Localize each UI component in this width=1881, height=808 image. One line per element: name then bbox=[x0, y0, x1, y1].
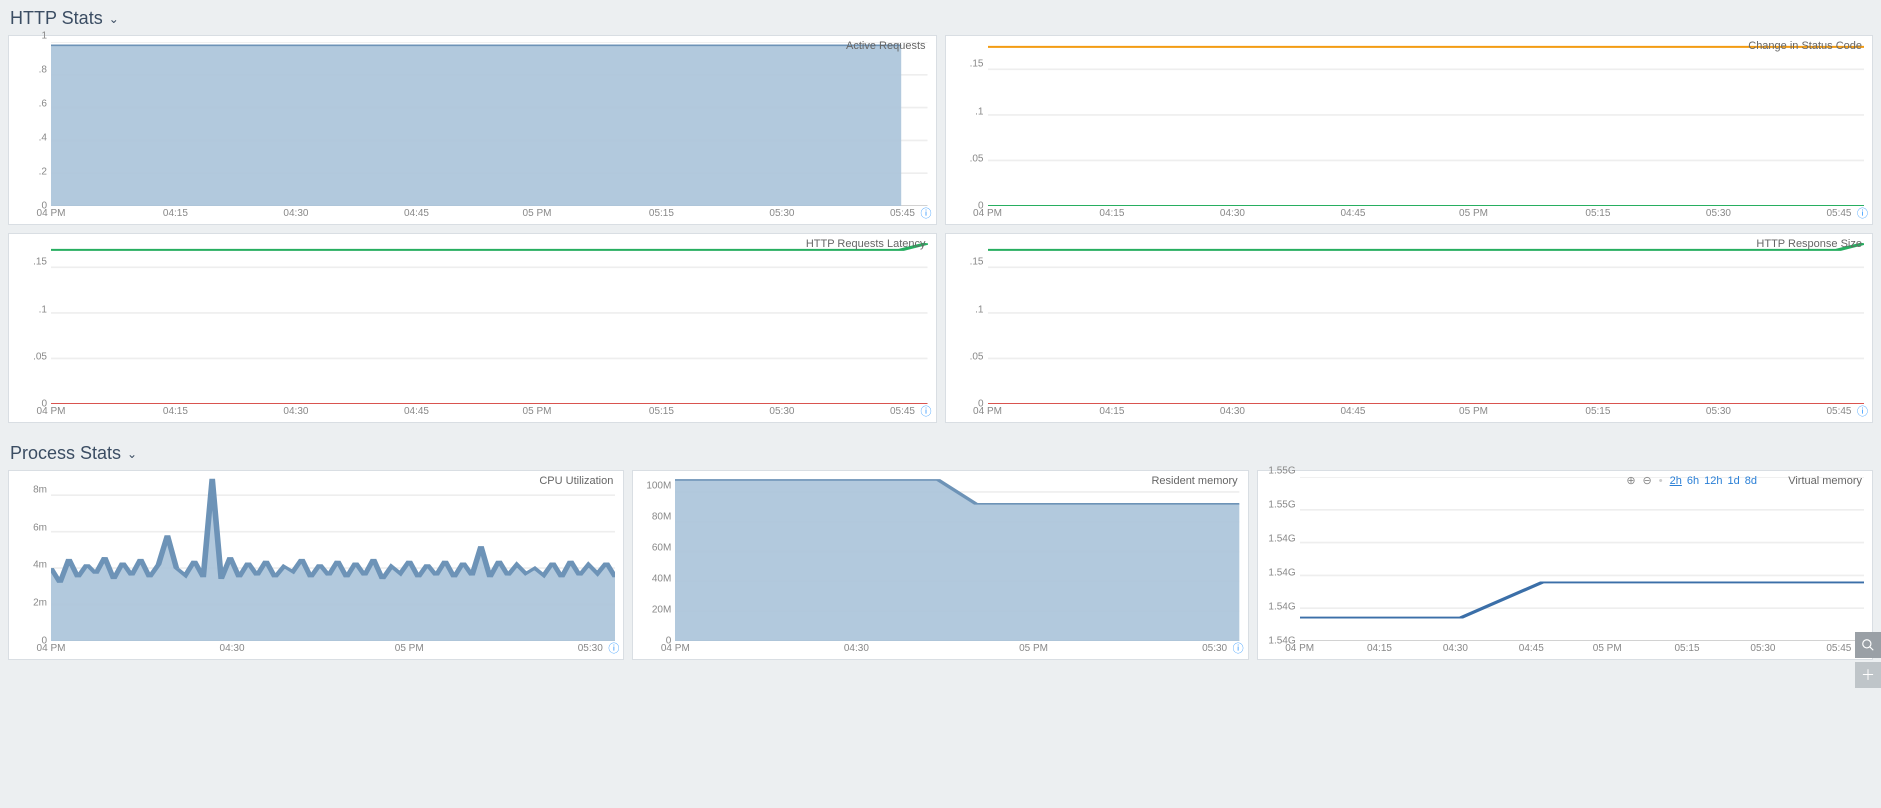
panel-title: HTTP Response Size bbox=[1756, 238, 1862, 250]
chart-resident[interactable]: 020M40M60M80M100M 04 PM04:3005 PM05:30 bbox=[633, 471, 1247, 659]
zoom-out-icon[interactable]: ⊖ bbox=[1643, 474, 1652, 487]
range-2h[interactable]: 2h bbox=[1670, 475, 1682, 487]
chart-virtual[interactable]: 1.54G1.54G1.54G1.54G1.55G1.55G 04 PM04:1… bbox=[1258, 471, 1872, 659]
chart-status-code[interactable]: 0.05.1.15 04 PM04:1504:3004:4505 PM05:15… bbox=[946, 36, 1873, 224]
chart-cpu[interactable]: 02m4m6m8m 04 PM04:3005 PM05:30 bbox=[9, 471, 623, 659]
panel-resident: Resident memory 020M40M60M80M100M 04 PM0… bbox=[632, 470, 1248, 660]
chart-toolbar: ⊕ ⊖ • 2h6h12h1d8d bbox=[1626, 474, 1762, 487]
section-title: HTTP Stats bbox=[10, 8, 103, 29]
plus-icon[interactable]: ＋ bbox=[1855, 662, 1881, 688]
panel-latency: HTTP Requests Latency 0.05.1.15 04 PM04:… bbox=[8, 233, 937, 423]
range-12h[interactable]: 12h bbox=[1704, 475, 1722, 487]
info-icon[interactable]: ⓘ bbox=[608, 640, 619, 656]
search-icon[interactable] bbox=[1855, 632, 1881, 658]
panel-status-code: Change in Status Code 0.05.1.15 04 PM04:… bbox=[945, 35, 1874, 225]
range-8d[interactable]: 8d bbox=[1745, 475, 1757, 487]
panel-cpu: CPU Utilization 02m4m6m8m 04 PM04:3005 P… bbox=[8, 470, 624, 660]
panel-title: Virtual memory bbox=[1788, 475, 1862, 487]
panel-title: HTTP Requests Latency bbox=[806, 238, 926, 250]
info-icon[interactable]: ⓘ bbox=[1857, 205, 1868, 221]
section-header-process[interactable]: Process Stats ⌄ bbox=[0, 435, 1881, 470]
panel-title: Change in Status Code bbox=[1748, 40, 1862, 52]
panel-title: Active Requests bbox=[846, 40, 925, 52]
panel-title: Resident memory bbox=[1151, 475, 1237, 487]
panel-virtual: ⊕ ⊖ • 2h6h12h1d8d Virtual memory 1.54G1.… bbox=[1257, 470, 1873, 660]
zoom-in-icon[interactable]: ⊕ bbox=[1626, 474, 1635, 487]
chart-latency[interactable]: 0.05.1.15 04 PM04:1504:3004:4505 PM05:15… bbox=[9, 234, 936, 422]
panel-title: CPU Utilization bbox=[539, 475, 613, 487]
panel-active-requests: Active Requests 0.2.4.6.81 04 PM04:1504:… bbox=[8, 35, 937, 225]
section-title: Process Stats bbox=[10, 443, 121, 464]
range-6h[interactable]: 6h bbox=[1687, 475, 1699, 487]
chart-active-requests[interactable]: 0.2.4.6.81 04 PM04:1504:3004:4505 PM05:1… bbox=[9, 36, 936, 224]
info-icon[interactable]: ⓘ bbox=[921, 205, 932, 221]
range-1d[interactable]: 1d bbox=[1727, 475, 1739, 487]
chevron-down-icon: ⌄ bbox=[127, 447, 137, 461]
info-icon[interactable]: ⓘ bbox=[1233, 640, 1244, 656]
chevron-down-icon: ⌄ bbox=[109, 12, 119, 26]
info-icon[interactable]: ⓘ bbox=[1857, 403, 1868, 419]
info-icon[interactable]: ⓘ bbox=[921, 403, 932, 419]
section-header-http[interactable]: HTTP Stats ⌄ bbox=[0, 0, 1881, 35]
chart-response-size[interactable]: 0.05.1.15 04 PM04:1504:3004:4505 PM05:15… bbox=[946, 234, 1873, 422]
panel-response-size: HTTP Response Size 0.05.1.15 04 PM04:150… bbox=[945, 233, 1874, 423]
